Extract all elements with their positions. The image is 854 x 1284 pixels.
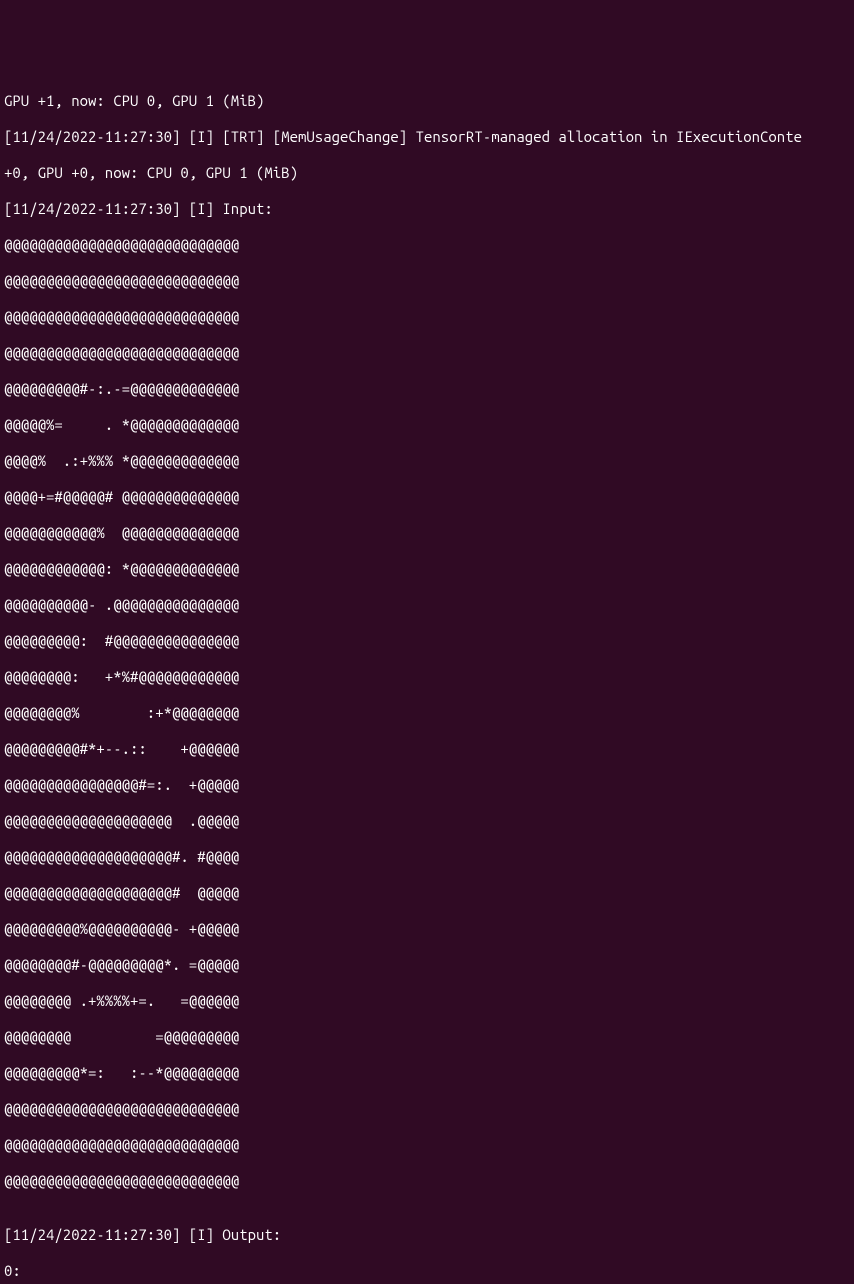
ascii-art-line: @@@@@@@@@@@@@@@@@@@@@@@@@@@@ [4, 1100, 850, 1118]
ascii-art-line: @@@@@@@@@%@@@@@@@@@@- +@@@@@ [4, 920, 850, 938]
ascii-art-line: @@@@@@@@@@@% @@@@@@@@@@@@@@ [4, 524, 850, 542]
ascii-art-line: @@@@@@@@@@@@@@@@@@@@@@@@@@@@ [4, 272, 850, 290]
ascii-art-line: @@@@@@@@@@@@@@@@@@@@ .@@@@@ [4, 812, 850, 830]
ascii-art-line: @@@@@@@@@@@@@@@@@@@@@@@@@@@@ [4, 1136, 850, 1154]
ascii-art-line: @@@@@@@@@@@@@@@@@@@@@@@@@@@@ [4, 236, 850, 254]
ascii-art-line: @@@@@@@@ .+%%%%+=. =@@@@@@ [4, 992, 850, 1010]
log-line: [11/24/2022-11:27:30] [I] Output: [4, 1226, 850, 1244]
ascii-art-line: @@@@@@@@@: #@@@@@@@@@@@@@@@ [4, 632, 850, 650]
log-line: +0, GPU +0, now: CPU 0, GPU 1 (MiB) [4, 164, 850, 182]
ascii-art-line: @@@@@@@@@#*+--.:: +@@@@@@ [4, 740, 850, 758]
ascii-art-line: @@@@@@@@% :+*@@@@@@@@ [4, 704, 850, 722]
ascii-art-line: @@@@@@@@ =@@@@@@@@@ [4, 1028, 850, 1046]
ascii-art-line: @@@@% .:+%%% *@@@@@@@@@@@@@ [4, 452, 850, 470]
ascii-art-line: @@@@@@@@: +*%#@@@@@@@@@@@@ [4, 668, 850, 686]
ascii-art-line: @@@@@@@@@@@@@@@@#=:. +@@@@@ [4, 776, 850, 794]
ascii-art-line: @@@@@@@@@@@@@@@@@@@@@@@@@@@@ [4, 344, 850, 362]
ascii-art-line: @@@@@@@@@#-:.-=@@@@@@@@@@@@@ [4, 380, 850, 398]
log-line: [11/24/2022-11:27:30] [I] Input: [4, 200, 850, 218]
ascii-art-line: @@@@@@@@@@@@@@@@@@@@@@@@@@@@ [4, 308, 850, 326]
ascii-art-line: @@@@@%= . *@@@@@@@@@@@@@ [4, 416, 850, 434]
ascii-art-line: @@@@@@@@@@@@: *@@@@@@@@@@@@@ [4, 560, 850, 578]
ascii-art-line: @@@@@@@@@*=: :--*@@@@@@@@@ [4, 1064, 850, 1082]
log-line: 0: [4, 1262, 850, 1280]
ascii-art-line: @@@@@@@@@@- .@@@@@@@@@@@@@@@ [4, 596, 850, 614]
ascii-art-line: @@@@@@@@#-@@@@@@@@@*. =@@@@@ [4, 956, 850, 974]
ascii-art-line: @@@@@@@@@@@@@@@@@@@@# @@@@@ [4, 884, 850, 902]
ascii-art-line: @@@@@@@@@@@@@@@@@@@@#. #@@@@ [4, 848, 850, 866]
log-line: [11/24/2022-11:27:30] [I] [TRT] [MemUsag… [4, 128, 850, 146]
log-line: GPU +1, now: CPU 0, GPU 1 (MiB) [4, 92, 850, 110]
ascii-art-line: @@@@+=#@@@@@# @@@@@@@@@@@@@@ [4, 488, 850, 506]
terminal-output[interactable]: GPU +1, now: CPU 0, GPU 1 (MiB) [11/24/2… [0, 72, 854, 1284]
ascii-art-line: @@@@@@@@@@@@@@@@@@@@@@@@@@@@ [4, 1172, 850, 1190]
